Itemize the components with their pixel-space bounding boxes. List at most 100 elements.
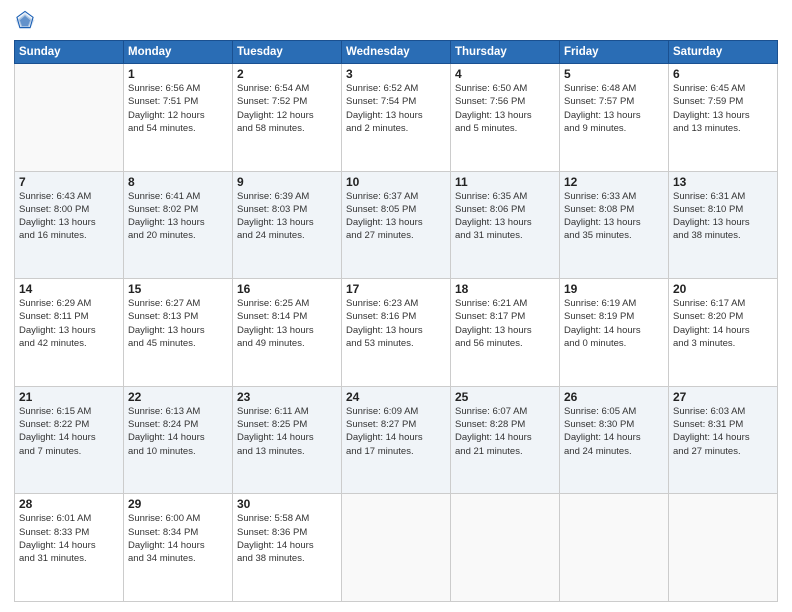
day-number: 4 [455,67,555,81]
calendar-cell: 22Sunrise: 6:13 AM Sunset: 8:24 PM Dayli… [124,386,233,494]
calendar-cell: 2Sunrise: 6:54 AM Sunset: 7:52 PM Daylig… [233,64,342,172]
day-info: Sunrise: 6:25 AM Sunset: 8:14 PM Dayligh… [237,297,337,350]
header-thursday: Thursday [451,41,560,64]
calendar-cell: 8Sunrise: 6:41 AM Sunset: 8:02 PM Daylig… [124,171,233,279]
logo-icon [14,10,36,32]
calendar-cell: 18Sunrise: 6:21 AM Sunset: 8:17 PM Dayli… [451,279,560,387]
day-info: Sunrise: 6:56 AM Sunset: 7:51 PM Dayligh… [128,82,228,135]
day-number: 10 [346,175,446,189]
calendar-cell: 13Sunrise: 6:31 AM Sunset: 8:10 PM Dayli… [669,171,778,279]
day-number: 27 [673,390,773,404]
day-number: 25 [455,390,555,404]
calendar-cell [451,494,560,602]
day-info: Sunrise: 6:05 AM Sunset: 8:30 PM Dayligh… [564,405,664,458]
day-info: Sunrise: 6:54 AM Sunset: 7:52 PM Dayligh… [237,82,337,135]
day-number: 22 [128,390,228,404]
day-info: Sunrise: 6:31 AM Sunset: 8:10 PM Dayligh… [673,190,773,243]
day-number: 17 [346,282,446,296]
day-info: Sunrise: 6:17 AM Sunset: 8:20 PM Dayligh… [673,297,773,350]
calendar-cell: 23Sunrise: 6:11 AM Sunset: 8:25 PM Dayli… [233,386,342,494]
day-number: 15 [128,282,228,296]
calendar: SundayMondayTuesdayWednesdayThursdayFrid… [14,40,778,602]
calendar-cell: 16Sunrise: 6:25 AM Sunset: 8:14 PM Dayli… [233,279,342,387]
day-number: 23 [237,390,337,404]
day-info: Sunrise: 6:39 AM Sunset: 8:03 PM Dayligh… [237,190,337,243]
day-info: Sunrise: 5:58 AM Sunset: 8:36 PM Dayligh… [237,512,337,565]
calendar-cell: 10Sunrise: 6:37 AM Sunset: 8:05 PM Dayli… [342,171,451,279]
calendar-cell: 24Sunrise: 6:09 AM Sunset: 8:27 PM Dayli… [342,386,451,494]
day-number: 1 [128,67,228,81]
header-tuesday: Tuesday [233,41,342,64]
day-number: 30 [237,497,337,511]
calendar-cell: 27Sunrise: 6:03 AM Sunset: 8:31 PM Dayli… [669,386,778,494]
week-row-2: 7Sunrise: 6:43 AM Sunset: 8:00 PM Daylig… [15,171,778,279]
day-number: 7 [19,175,119,189]
day-number: 28 [19,497,119,511]
day-number: 29 [128,497,228,511]
day-info: Sunrise: 6:37 AM Sunset: 8:05 PM Dayligh… [346,190,446,243]
day-info: Sunrise: 6:03 AM Sunset: 8:31 PM Dayligh… [673,405,773,458]
day-number: 6 [673,67,773,81]
calendar-cell: 15Sunrise: 6:27 AM Sunset: 8:13 PM Dayli… [124,279,233,387]
header-sunday: Sunday [15,41,124,64]
day-number: 26 [564,390,664,404]
day-number: 21 [19,390,119,404]
day-info: Sunrise: 6:19 AM Sunset: 8:19 PM Dayligh… [564,297,664,350]
calendar-cell: 21Sunrise: 6:15 AM Sunset: 8:22 PM Dayli… [15,386,124,494]
day-info: Sunrise: 6:01 AM Sunset: 8:33 PM Dayligh… [19,512,119,565]
logo [14,10,40,32]
day-number: 14 [19,282,119,296]
calendar-cell: 14Sunrise: 6:29 AM Sunset: 8:11 PM Dayli… [15,279,124,387]
day-number: 11 [455,175,555,189]
calendar-cell: 7Sunrise: 6:43 AM Sunset: 8:00 PM Daylig… [15,171,124,279]
calendar-body: 1Sunrise: 6:56 AM Sunset: 7:51 PM Daylig… [15,64,778,602]
day-info: Sunrise: 6:13 AM Sunset: 8:24 PM Dayligh… [128,405,228,458]
day-number: 3 [346,67,446,81]
day-info: Sunrise: 6:15 AM Sunset: 8:22 PM Dayligh… [19,405,119,458]
header-wednesday: Wednesday [342,41,451,64]
calendar-cell: 28Sunrise: 6:01 AM Sunset: 8:33 PM Dayli… [15,494,124,602]
calendar-cell: 6Sunrise: 6:45 AM Sunset: 7:59 PM Daylig… [669,64,778,172]
header-saturday: Saturday [669,41,778,64]
day-info: Sunrise: 6:50 AM Sunset: 7:56 PM Dayligh… [455,82,555,135]
calendar-cell [560,494,669,602]
calendar-cell: 19Sunrise: 6:19 AM Sunset: 8:19 PM Dayli… [560,279,669,387]
calendar-cell: 12Sunrise: 6:33 AM Sunset: 8:08 PM Dayli… [560,171,669,279]
day-info: Sunrise: 6:27 AM Sunset: 8:13 PM Dayligh… [128,297,228,350]
day-number: 9 [237,175,337,189]
day-info: Sunrise: 6:11 AM Sunset: 8:25 PM Dayligh… [237,405,337,458]
day-number: 18 [455,282,555,296]
week-row-5: 28Sunrise: 6:01 AM Sunset: 8:33 PM Dayli… [15,494,778,602]
calendar-cell: 5Sunrise: 6:48 AM Sunset: 7:57 PM Daylig… [560,64,669,172]
day-number: 2 [237,67,337,81]
calendar-cell: 17Sunrise: 6:23 AM Sunset: 8:16 PM Dayli… [342,279,451,387]
day-info: Sunrise: 6:41 AM Sunset: 8:02 PM Dayligh… [128,190,228,243]
day-info: Sunrise: 6:33 AM Sunset: 8:08 PM Dayligh… [564,190,664,243]
calendar-cell [669,494,778,602]
week-row-4: 21Sunrise: 6:15 AM Sunset: 8:22 PM Dayli… [15,386,778,494]
calendar-cell: 25Sunrise: 6:07 AM Sunset: 8:28 PM Dayli… [451,386,560,494]
day-info: Sunrise: 6:21 AM Sunset: 8:17 PM Dayligh… [455,297,555,350]
calendar-cell: 3Sunrise: 6:52 AM Sunset: 7:54 PM Daylig… [342,64,451,172]
calendar-cell: 29Sunrise: 6:00 AM Sunset: 8:34 PM Dayli… [124,494,233,602]
day-info: Sunrise: 6:52 AM Sunset: 7:54 PM Dayligh… [346,82,446,135]
day-info: Sunrise: 6:23 AM Sunset: 8:16 PM Dayligh… [346,297,446,350]
day-number: 16 [237,282,337,296]
calendar-cell: 30Sunrise: 5:58 AM Sunset: 8:36 PM Dayli… [233,494,342,602]
calendar-cell: 26Sunrise: 6:05 AM Sunset: 8:30 PM Dayli… [560,386,669,494]
calendar-cell [15,64,124,172]
calendar-cell: 20Sunrise: 6:17 AM Sunset: 8:20 PM Dayli… [669,279,778,387]
header-friday: Friday [560,41,669,64]
day-number: 19 [564,282,664,296]
day-number: 20 [673,282,773,296]
day-info: Sunrise: 6:07 AM Sunset: 8:28 PM Dayligh… [455,405,555,458]
calendar-header: SundayMondayTuesdayWednesdayThursdayFrid… [15,41,778,64]
day-number: 8 [128,175,228,189]
day-number: 5 [564,67,664,81]
day-info: Sunrise: 6:00 AM Sunset: 8:34 PM Dayligh… [128,512,228,565]
day-number: 12 [564,175,664,189]
day-info: Sunrise: 6:43 AM Sunset: 8:00 PM Dayligh… [19,190,119,243]
day-info: Sunrise: 6:45 AM Sunset: 7:59 PM Dayligh… [673,82,773,135]
day-number: 13 [673,175,773,189]
calendar-cell: 9Sunrise: 6:39 AM Sunset: 8:03 PM Daylig… [233,171,342,279]
